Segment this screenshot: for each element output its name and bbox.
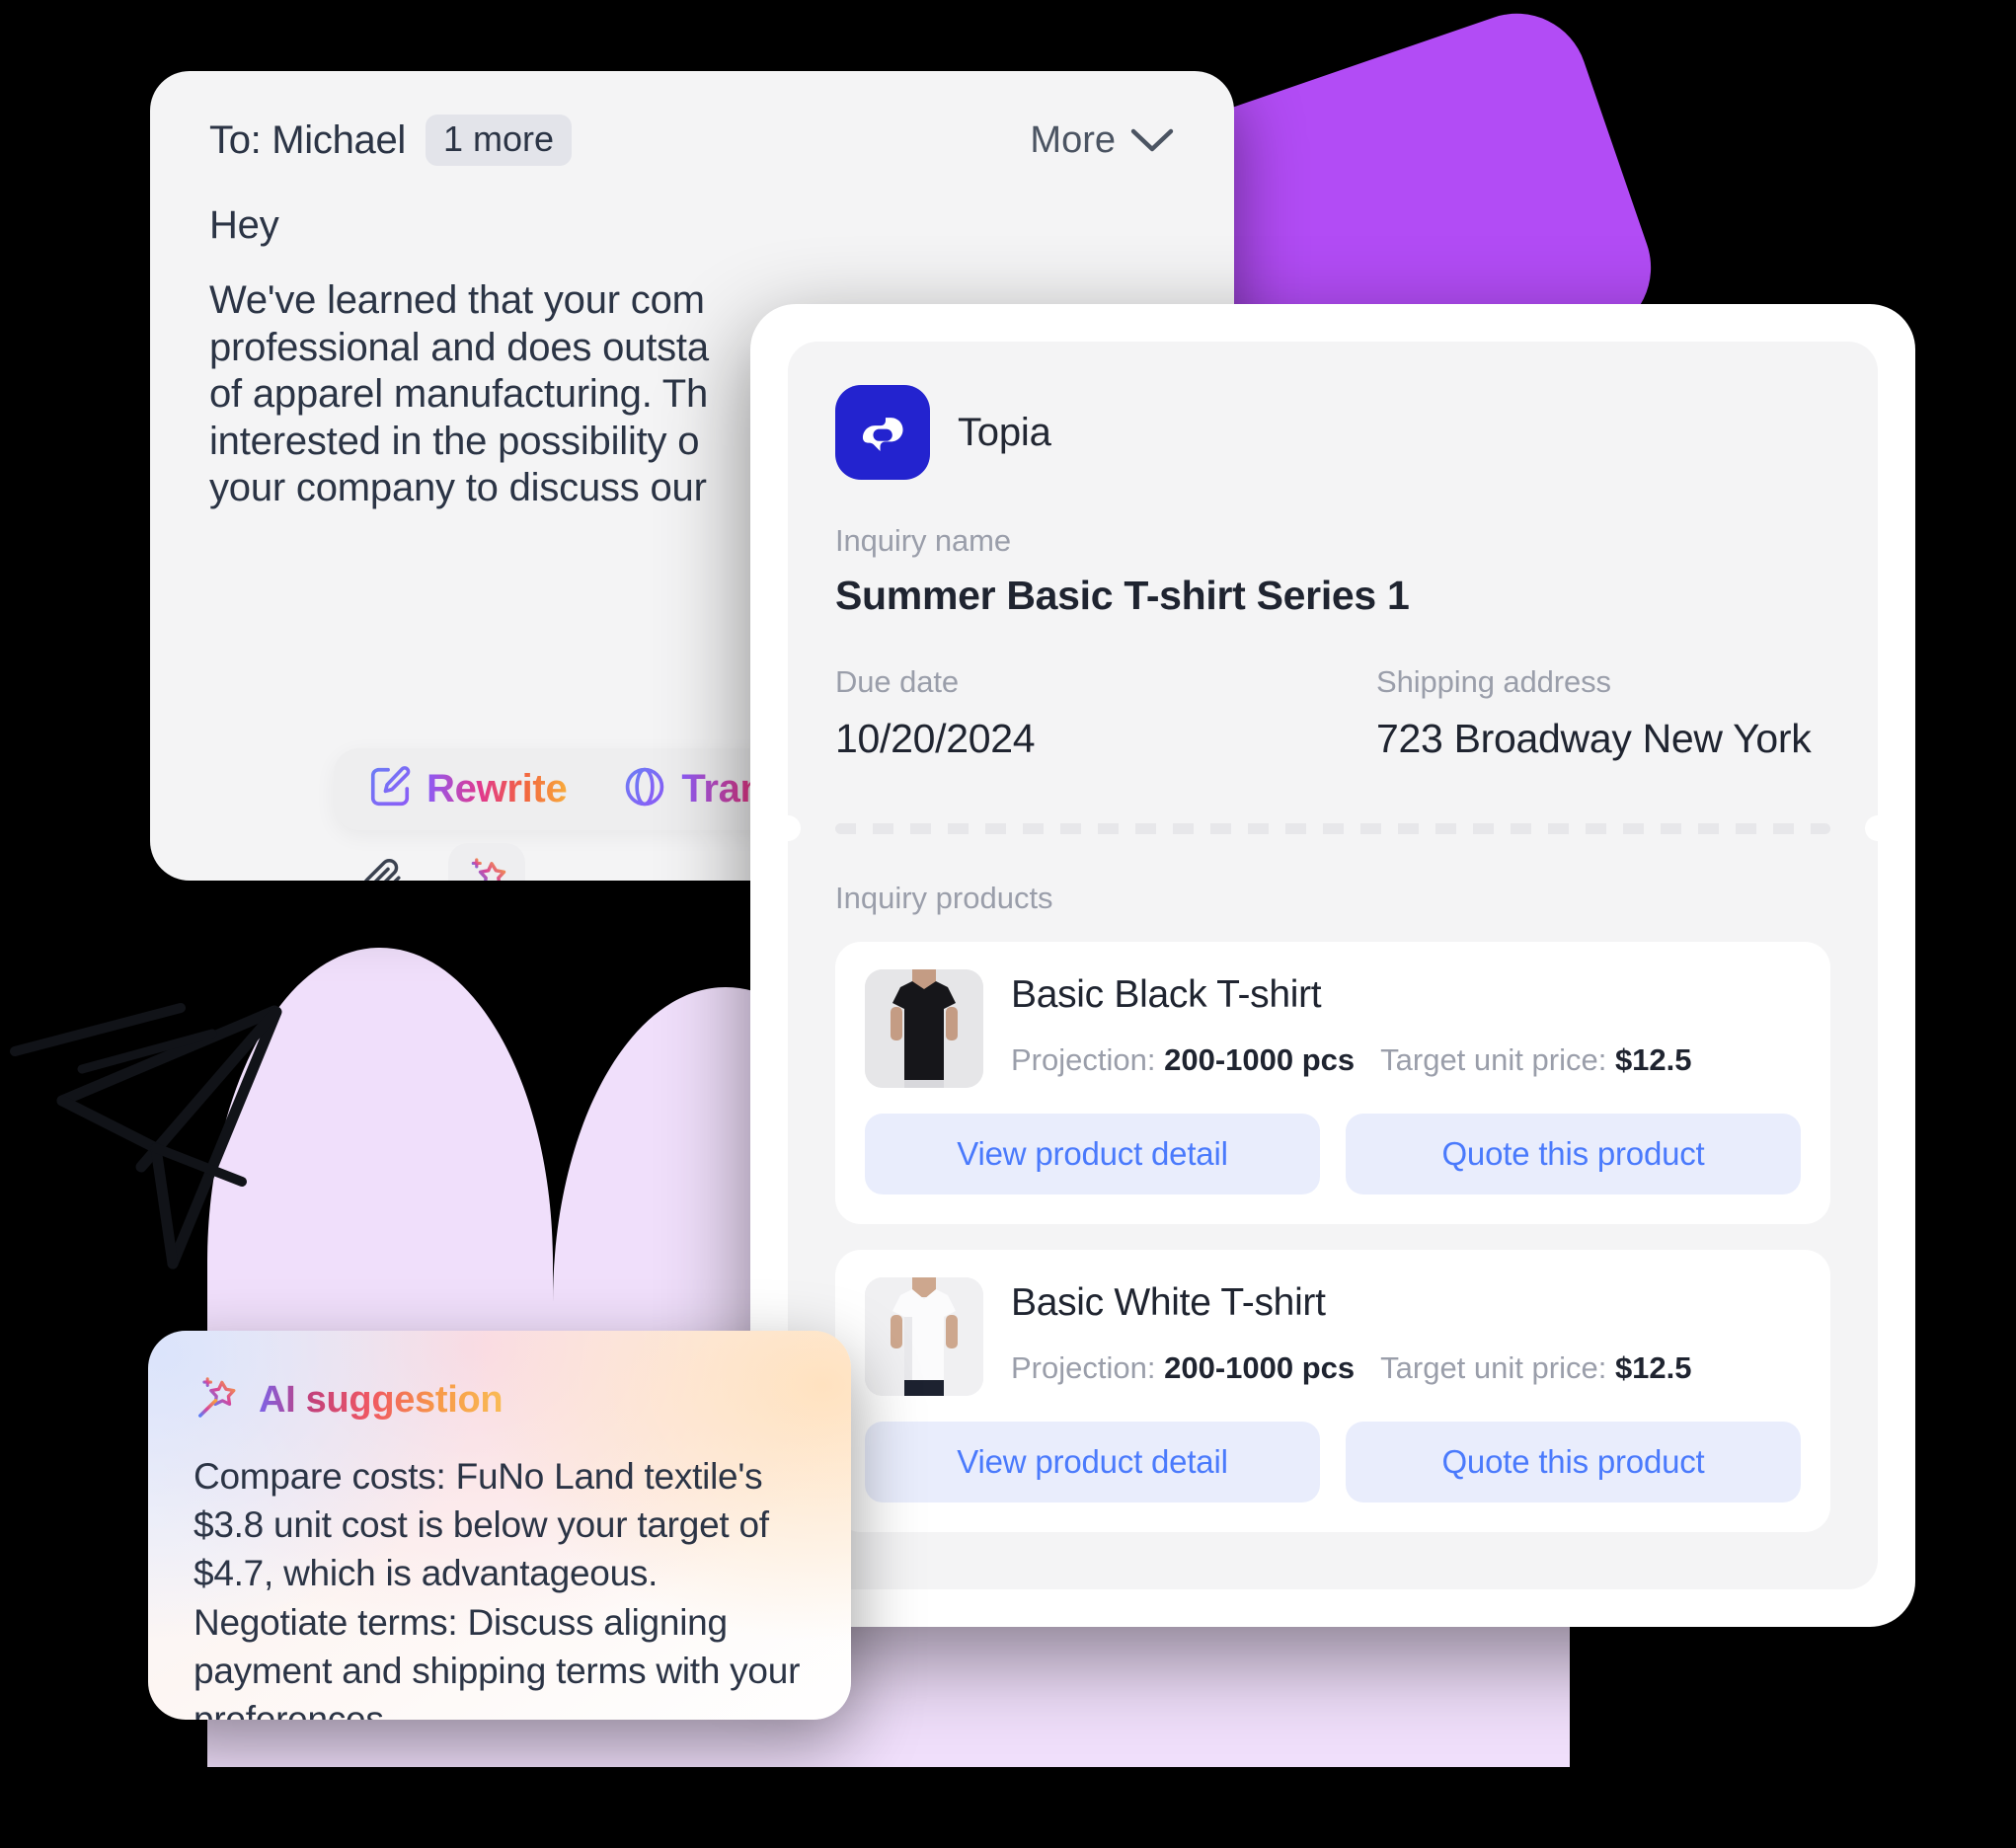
projection-value: 200-1000 pcs bbox=[1164, 1350, 1356, 1385]
projection-spec: Projection: 200-1000 pcs bbox=[1011, 1042, 1355, 1078]
inquiry-name-block: Inquiry name Summer Basic T-shirt Series… bbox=[835, 523, 1830, 619]
due-date-block: Due date 10/20/2024 bbox=[835, 664, 1376, 762]
more-options-toggle[interactable]: More bbox=[1030, 119, 1175, 162]
product-actions: View product detail Quote this product bbox=[865, 1114, 1801, 1194]
target-price-label: Target unit price: bbox=[1380, 1042, 1607, 1077]
perforation-dashed-line bbox=[835, 823, 1830, 834]
inquiry-meta-row: Due date 10/20/2024 Shipping address 723… bbox=[835, 664, 1830, 762]
ticket-perforation-divider bbox=[788, 815, 1878, 841]
due-date-label: Due date bbox=[835, 664, 960, 699]
ai-suggestion-title: AI suggestion bbox=[259, 1379, 504, 1421]
target-price-value: $12.5 bbox=[1614, 1042, 1692, 1077]
product-main: Basic White T-shirt Projection: 200-1000… bbox=[865, 1277, 1801, 1396]
brand-row: Topia bbox=[835, 385, 1830, 480]
product-name: Basic Black T-shirt bbox=[1011, 973, 1322, 1016]
recipients-row: To: Michael 1 more bbox=[209, 115, 573, 166]
shipping-address-label: Shipping address bbox=[1376, 664, 1611, 699]
paper-plane-doodle-icon bbox=[10, 1003, 282, 1270]
product-info: Basic White T-shirt Projection: 200-1000… bbox=[1011, 1277, 1692, 1396]
product-card: Basic White T-shirt Projection: 200-1000… bbox=[835, 1250, 1830, 1532]
topia-inquiry-card: Topia Inquiry name Summer Basic T-shirt … bbox=[750, 304, 1915, 1627]
more-recipients-badge[interactable]: 1 more bbox=[426, 115, 573, 166]
shipping-address-block: Shipping address 723 Broadway New York bbox=[1376, 664, 1812, 762]
ai-suggestion-body: Compare costs: FuNo Land textile's $3.8 … bbox=[194, 1456, 801, 1720]
product-card: Basic Black T-shirt Projection: 200-1000… bbox=[835, 942, 1830, 1224]
topia-brand-name: Topia bbox=[958, 410, 1051, 454]
topia-logo-icon bbox=[835, 385, 930, 480]
target-price-value: $12.5 bbox=[1614, 1350, 1692, 1385]
paperclip-icon bbox=[358, 856, 406, 881]
email-greeting: Hey bbox=[209, 203, 279, 247]
price-spec: Target unit price: $12.5 bbox=[1380, 1042, 1691, 1078]
ticket-bottom-section: Inquiry products Basic Black T-shirt Pro… bbox=[788, 841, 1878, 1532]
more-toggle-label: More bbox=[1030, 118, 1116, 161]
product-specs: Projection: 200-1000 pcs Target unit pri… bbox=[1011, 1042, 1692, 1078]
email-header: To: Michael 1 more More bbox=[150, 71, 1234, 166]
pencil-edit-icon bbox=[367, 764, 413, 814]
magic-wand-icon bbox=[194, 1374, 241, 1426]
ai-magic-button[interactable] bbox=[448, 843, 525, 881]
due-date-value: 10/20/2024 bbox=[835, 716, 1036, 761]
projection-label: Projection: bbox=[1011, 1042, 1156, 1077]
product-actions: View product detail Quote this product bbox=[865, 1422, 1801, 1502]
view-product-detail-button[interactable]: View product detail bbox=[865, 1114, 1320, 1194]
ai-suggestion-header: AI suggestion bbox=[148, 1331, 851, 1426]
projection-spec: Projection: 200-1000 pcs bbox=[1011, 1350, 1355, 1386]
quote-this-product-button[interactable]: Quote this product bbox=[1346, 1422, 1801, 1502]
white-tshirt-photo bbox=[865, 1277, 983, 1396]
inquiry-name-value: Summer Basic T-shirt Series 1 bbox=[835, 573, 1410, 618]
ai-suggestion-card: AI suggestion Compare costs: FuNo Land t… bbox=[148, 1331, 851, 1720]
product-name: Basic White T-shirt bbox=[1011, 1281, 1326, 1324]
black-tshirt-photo bbox=[865, 969, 983, 1088]
rewrite-label: Rewrite bbox=[426, 767, 568, 810]
inquiry-name-label: Inquiry name bbox=[835, 523, 1012, 558]
globe-icon bbox=[622, 764, 667, 814]
projection-label: Projection: bbox=[1011, 1350, 1156, 1385]
target-price-label: Target unit price: bbox=[1380, 1350, 1607, 1385]
projection-value: 200-1000 pcs bbox=[1164, 1042, 1356, 1077]
product-specs: Projection: 200-1000 pcs Target unit pri… bbox=[1011, 1350, 1692, 1386]
shipping-address-value: 723 Broadway New York bbox=[1376, 716, 1812, 761]
quote-this-product-button[interactable]: Quote this product bbox=[1346, 1114, 1801, 1194]
chevron-down-icon bbox=[1129, 126, 1175, 154]
product-info: Basic Black T-shirt Projection: 200-1000… bbox=[1011, 969, 1692, 1088]
inquiry-products-label: Inquiry products bbox=[835, 881, 1053, 915]
screenshot-stage: To: Michael 1 more More Hey We've learne… bbox=[0, 0, 2016, 1848]
attach-button[interactable] bbox=[344, 843, 421, 881]
recipient-label: To: Michael bbox=[209, 117, 407, 162]
inquiry-ticket: Topia Inquiry name Summer Basic T-shirt … bbox=[788, 342, 1878, 1589]
magic-wand-icon bbox=[462, 855, 511, 881]
view-product-detail-button[interactable]: View product detail bbox=[865, 1422, 1320, 1502]
rewrite-button[interactable]: Rewrite bbox=[367, 764, 568, 814]
compose-icon-row bbox=[344, 843, 525, 881]
ticket-top-section: Topia Inquiry name Summer Basic T-shirt … bbox=[788, 342, 1878, 841]
product-main: Basic Black T-shirt Projection: 200-1000… bbox=[865, 969, 1801, 1088]
price-spec: Target unit price: $12.5 bbox=[1380, 1350, 1691, 1386]
